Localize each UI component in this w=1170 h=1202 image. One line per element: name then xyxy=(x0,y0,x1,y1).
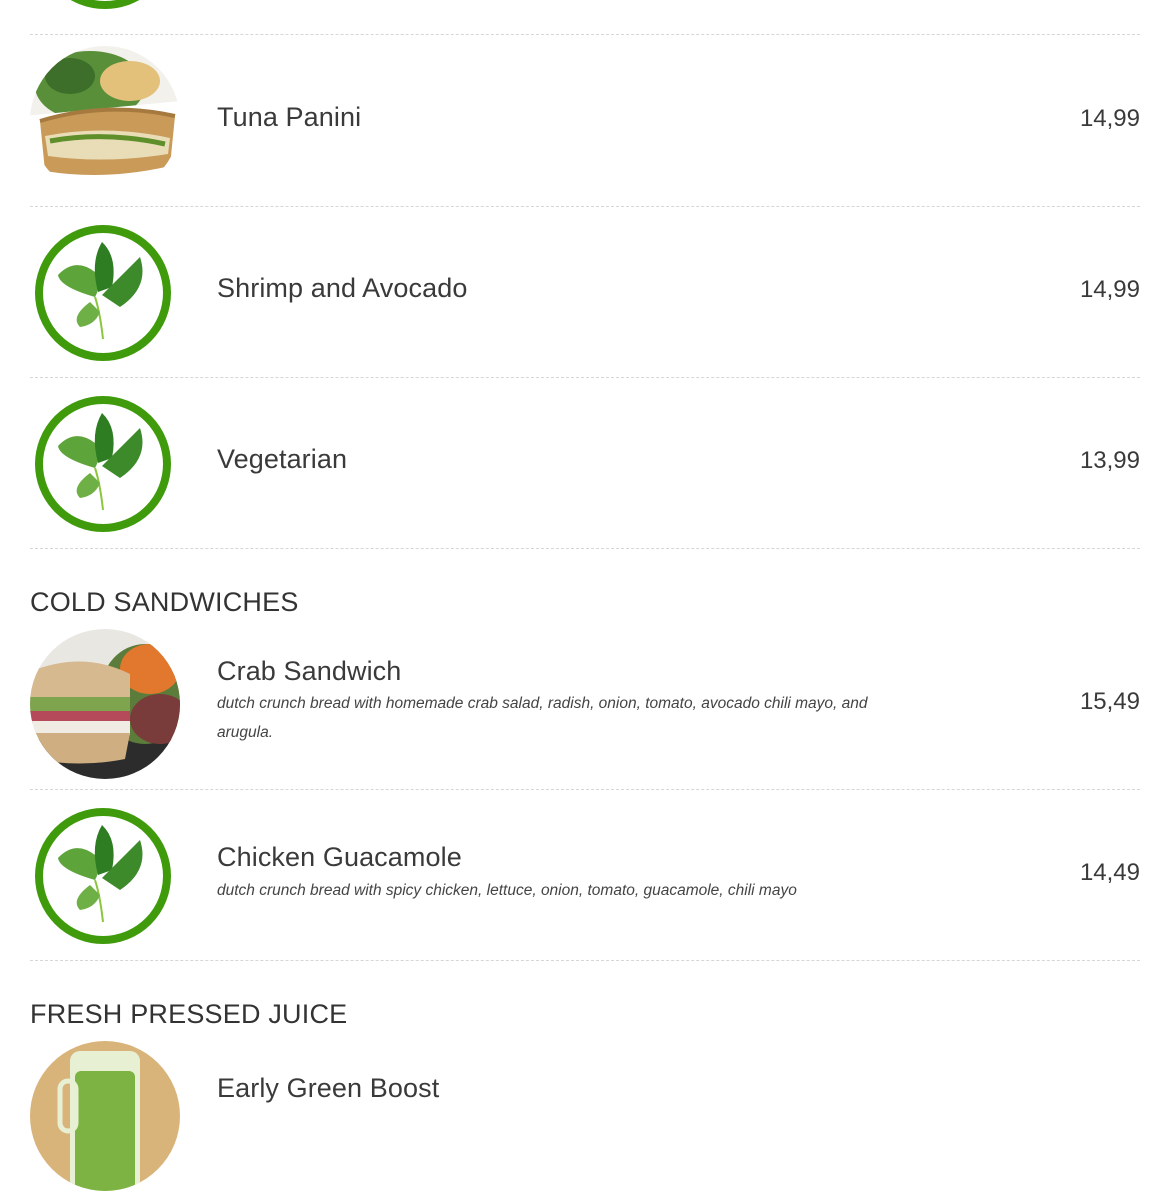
menu-item-row[interactable]: Vegetarian 13,99 xyxy=(30,378,1140,549)
item-price: 14,99 xyxy=(1079,276,1140,303)
item-price: 15,49 xyxy=(1079,688,1140,715)
menu-item-row[interactable]: Shrimp and Avocado 14,99 xyxy=(30,207,1140,378)
menu-item-row[interactable]: Early Green Boost xyxy=(30,1031,1140,1202)
item-name: Vegetarian xyxy=(217,444,348,474)
menu-item-row[interactable]: Crab Sandwich dutch crunch bread with ho… xyxy=(30,619,1140,790)
item-price: 14,99 xyxy=(1079,105,1140,132)
item-price: 14,49 xyxy=(1079,859,1140,886)
green-juice-photo xyxy=(30,1041,180,1191)
menu-item-row[interactable]: Chicken Guacamole dutch crunch bread wit… xyxy=(30,790,1140,961)
item-name: Tuna Panini xyxy=(217,102,362,132)
item-price: 13,99 xyxy=(1079,447,1140,474)
tuna-panini-photo xyxy=(30,46,180,196)
item-name: Early Green Boost xyxy=(217,1073,440,1103)
section-heading: FRESH PRESSED JUICE xyxy=(30,999,348,1029)
leaf-placeholder-icon xyxy=(30,217,180,367)
item-description: dutch crunch bread with homemade crab sa… xyxy=(217,695,868,741)
menu-item-row[interactable] xyxy=(30,0,1140,35)
crab-sandwich-photo xyxy=(30,629,180,779)
section-heading: COLD SANDWICHES xyxy=(30,587,299,617)
leaf-placeholder-icon xyxy=(30,388,180,538)
leaf-placeholder-icon xyxy=(30,800,180,950)
menu-item-row[interactable]: Tuna Panini 14,99 xyxy=(30,36,1140,207)
item-name: Chicken Guacamole xyxy=(217,842,462,872)
item-description: dutch crunch bread with spicy chicken, l… xyxy=(217,882,797,899)
item-name: Crab Sandwich xyxy=(217,656,402,686)
item-name: Shrimp and Avocado xyxy=(217,273,468,303)
leaf-placeholder-icon xyxy=(30,0,180,14)
